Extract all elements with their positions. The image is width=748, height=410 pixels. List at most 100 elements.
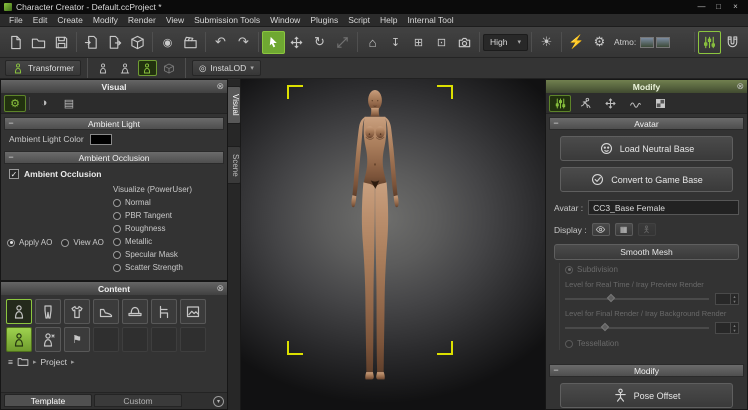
- package-icon[interactable]: [126, 31, 149, 54]
- visualize-normal-radio[interactable]: [113, 199, 121, 207]
- export-icon[interactable]: [103, 31, 126, 54]
- category-furniture-icon[interactable]: [151, 299, 177, 324]
- side-tab-scene[interactable]: Scene: [228, 146, 241, 185]
- convert-to-game-base-button[interactable]: Convert to Game Base: [560, 167, 733, 192]
- effects-bolt-icon[interactable]: ⚡: [565, 31, 588, 54]
- category-shirt-icon[interactable]: [64, 299, 90, 324]
- visualize-scatter-strength-radio[interactable]: [113, 264, 121, 272]
- display-eye-icon[interactable]: [592, 223, 610, 236]
- menu-render[interactable]: Render: [123, 15, 161, 25]
- menu-plugins[interactable]: Plugins: [305, 15, 343, 25]
- new-project-icon[interactable]: [4, 31, 27, 54]
- menu-submission-tools[interactable]: Submission Tools: [189, 15, 265, 25]
- avatar-section-bar[interactable]: − Avatar: [549, 117, 744, 130]
- collapse-icon[interactable]: −: [550, 118, 562, 129]
- view-options-icon[interactable]: ▾: [213, 396, 224, 407]
- atmosphere-gear-icon[interactable]: ⚙: [588, 31, 611, 54]
- transformer-button[interactable]: Transformer: [5, 60, 81, 76]
- atmo-thumbnail-2[interactable]: [656, 37, 670, 48]
- viewport-3d[interactable]: [241, 79, 545, 410]
- render-icon[interactable]: [179, 31, 202, 54]
- maximize-button[interactable]: □: [710, 0, 727, 14]
- rotate-tool-icon[interactable]: ↻: [308, 31, 331, 54]
- view-ao-radio[interactable]: [61, 239, 69, 247]
- close-button[interactable]: ×: [727, 0, 744, 14]
- modify-section-bar[interactable]: − Modify: [549, 364, 744, 377]
- breadcrumb-project[interactable]: Project: [40, 357, 66, 367]
- visualize-specular-mask-radio[interactable]: [113, 251, 121, 259]
- tab-template[interactable]: Template: [4, 394, 92, 407]
- undo-icon[interactable]: ↶: [209, 31, 232, 54]
- display-sliders-icon[interactable]: [698, 31, 721, 54]
- character-model[interactable]: [332, 87, 418, 385]
- close-panel-icon[interactable]: ⊗: [736, 80, 744, 93]
- visualize-roughness-radio[interactable]: [113, 225, 121, 233]
- category-pants-icon[interactable]: [35, 299, 61, 324]
- frame-region-icon[interactable]: ⊡: [430, 31, 453, 54]
- zoom-extents-icon[interactable]: ⊞: [407, 31, 430, 54]
- menu-create[interactable]: Create: [52, 15, 88, 25]
- collapse-icon[interactable]: −: [5, 118, 17, 129]
- avatar-mode-icon[interactable]: [116, 60, 135, 76]
- list-view-icon[interactable]: ≡: [8, 357, 13, 367]
- menu-file[interactable]: File: [4, 15, 28, 25]
- apply-ao-radio[interactable]: [7, 239, 15, 247]
- side-tab-visual[interactable]: Visual: [228, 86, 241, 124]
- capture-icon[interactable]: ◉: [156, 31, 179, 54]
- collapse-icon[interactable]: −: [5, 152, 17, 163]
- home-icon[interactable]: ⌂: [361, 31, 384, 54]
- display-wireframe-icon[interactable]: ▦: [615, 223, 633, 236]
- visualize-metallic-radio[interactable]: [113, 238, 121, 246]
- ambient-light-color-swatch[interactable]: [90, 134, 112, 145]
- smooth-mesh-button[interactable]: Smooth Mesh: [554, 244, 739, 260]
- tab-animation-runner-icon[interactable]: [574, 95, 596, 112]
- save-project-icon[interactable]: [50, 31, 73, 54]
- actor-mode-icon[interactable]: [94, 60, 113, 76]
- scene-film-icon[interactable]: ▤: [58, 95, 80, 112]
- select-tool-icon[interactable]: [262, 31, 285, 54]
- morph-avatar-icon[interactable]: [138, 60, 157, 76]
- camera-icon[interactable]: [453, 31, 476, 54]
- collapse-icon[interactable]: −: [550, 365, 562, 376]
- import-icon[interactable]: [80, 31, 103, 54]
- modify-panel-header[interactable]: Modify ⊗: [546, 80, 747, 93]
- minimize-button[interactable]: —: [693, 0, 710, 14]
- redo-icon[interactable]: ↷: [232, 31, 255, 54]
- focus-object-icon[interactable]: ↧: [384, 31, 407, 54]
- tab-transform-icon[interactable]: [599, 95, 621, 112]
- magnet-snap-icon[interactable]: [721, 31, 744, 54]
- move-tool-icon[interactable]: [285, 31, 308, 54]
- menu-view[interactable]: View: [161, 15, 189, 25]
- subcategory-character-icon[interactable]: [6, 327, 32, 352]
- prop-mode-icon[interactable]: [160, 60, 179, 76]
- tab-physics-icon[interactable]: [624, 95, 646, 112]
- shadow-eclipse-icon[interactable]: ◑: [33, 95, 55, 112]
- menu-internal-tool[interactable]: Internal Tool: [402, 15, 458, 25]
- open-project-icon[interactable]: [27, 31, 50, 54]
- quality-dropdown[interactable]: High ▾: [483, 34, 528, 51]
- instalod-button[interactable]: ◎ InstaLOD ▾: [192, 60, 261, 76]
- visualize-pbr-tangent-radio[interactable]: [113, 212, 121, 220]
- subcategory-morph-icon[interactable]: [35, 327, 61, 352]
- avatar-name-input[interactable]: [588, 200, 739, 215]
- menu-script[interactable]: Script: [343, 15, 375, 25]
- menu-help[interactable]: Help: [375, 15, 402, 25]
- visual-panel-header[interactable]: Visual ⊗: [1, 80, 227, 93]
- subcategory-pose-icon[interactable]: ⚑: [64, 327, 90, 352]
- close-panel-icon[interactable]: ⊗: [216, 282, 224, 295]
- atmo-thumbnail-1[interactable]: [640, 37, 654, 48]
- category-hat-icon[interactable]: [122, 299, 148, 324]
- ambient-occlusion-section-bar[interactable]: − Ambient Occlusion: [4, 151, 224, 164]
- category-shoes-icon[interactable]: [93, 299, 119, 324]
- close-panel-icon[interactable]: ⊗: [216, 80, 224, 93]
- ambient-light-section-bar[interactable]: − Ambient Light: [4, 117, 224, 130]
- content-panel-header[interactable]: Content ⊗: [1, 282, 227, 295]
- sun-light-icon[interactable]: ☀: [535, 31, 558, 54]
- tab-custom[interactable]: Custom: [94, 394, 182, 407]
- display-settings-gear-icon[interactable]: ⚙: [4, 95, 26, 112]
- tab-adjust-sliders-icon[interactable]: [549, 95, 571, 112]
- tab-material-checker-icon[interactable]: [649, 95, 671, 112]
- menu-modify[interactable]: Modify: [88, 15, 123, 25]
- ambient-occlusion-checkbox[interactable]: ✓: [9, 169, 19, 179]
- category-avatar-icon[interactable]: [6, 299, 32, 324]
